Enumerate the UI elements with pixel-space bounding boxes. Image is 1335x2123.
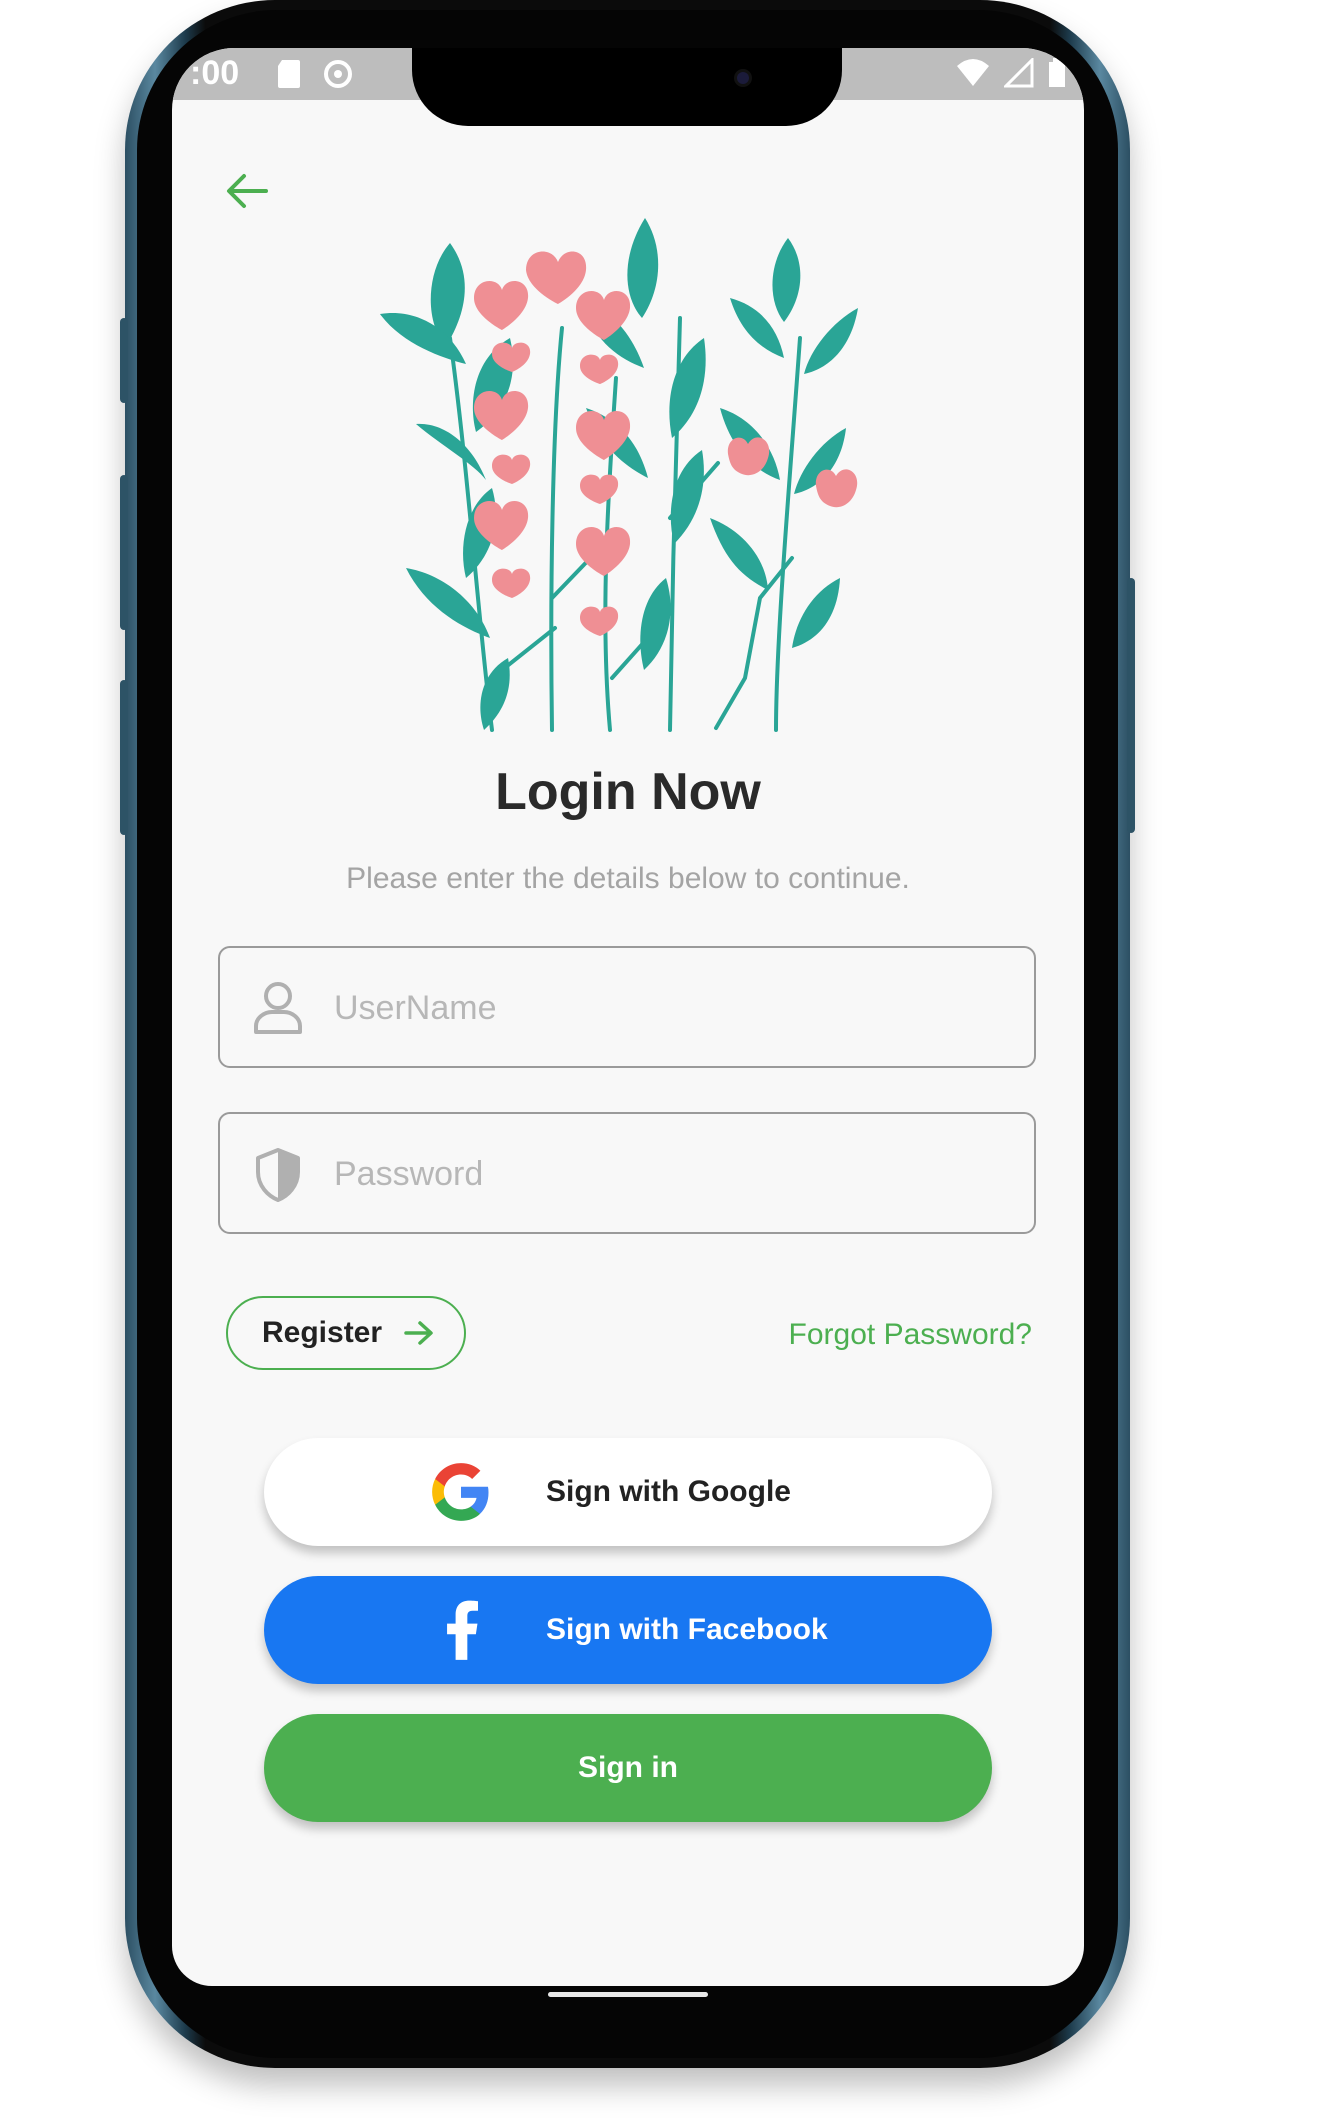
google-button-label: Sign with Google [546,1475,791,1508]
shield-icon [256,1148,300,1202]
notch [412,48,842,126]
status-time: :00 [190,54,240,92]
forgot-password-link[interactable]: Forgot Password? [789,1318,1032,1352]
home-indicator [548,1992,708,1997]
facebook-signin-button[interactable]: Sign with Facebook [264,1576,992,1684]
flower-illustration [380,218,858,732]
password-input[interactable] [332,1114,1016,1234]
username-input[interactable] [332,948,1016,1068]
register-button[interactable]: Register [226,1296,466,1370]
facebook-button-label: Sign with Facebook [546,1613,828,1646]
volume-up-button [120,475,128,630]
wifi-icon [957,59,989,86]
password-field[interactable] [218,1112,1036,1234]
facebook-icon [447,1600,478,1660]
google-icon [432,1463,489,1521]
arrow-left-icon[interactable] [222,166,272,216]
page-title: Login Now [495,763,761,821]
action-button [120,318,128,403]
front-camera [737,72,749,84]
signin-button[interactable]: Sign in [264,1714,992,1822]
power-button [1127,578,1135,833]
signin-button-label: Sign in [578,1751,678,1784]
register-label: Register [262,1316,383,1349]
battery-icon [1049,58,1065,87]
arrow-right-icon [404,1321,433,1345]
google-signin-button[interactable]: Sign with Google [264,1438,992,1546]
username-field[interactable] [218,946,1036,1068]
volume-down-button [120,680,128,835]
app-screen: :00 Login Now Please enter the details b… [172,48,1084,1986]
sync-icon [324,60,352,88]
sd-card-icon [278,60,300,88]
page-subtitle: Please enter the details below to contin… [346,862,910,895]
user-icon [254,982,302,1034]
signal-icon [1004,58,1034,88]
